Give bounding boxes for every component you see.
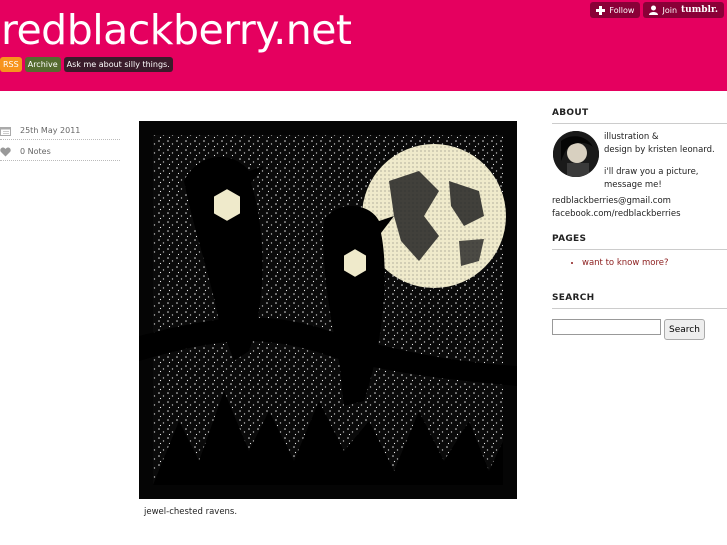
pages-link[interactable]: want to know more? — [582, 258, 669, 268]
avatar — [553, 131, 599, 177]
about-facebook: facebook.com/redblackberries — [552, 209, 681, 219]
search-input[interactable] — [552, 319, 661, 335]
site-header: redblackberry.net RSS Archive Ask me abo… — [0, 0, 727, 91]
post-caption: jewel-chested ravens. — [144, 507, 238, 517]
ask-link[interactable]: Ask me about silly things. — [63, 57, 173, 72]
about-section: illustration & design by kristen leonard… — [552, 131, 727, 231]
post-meta: 25th May 2011 0 Notes — [0, 122, 120, 164]
about-line: message me! — [604, 180, 662, 190]
heart-icon — [0, 146, 12, 158]
about-contacts: redblackberries@gmail.com facebook.com/r… — [552, 195, 681, 221]
search-section: SEARCH Search — [552, 293, 727, 340]
user-icon — [649, 5, 659, 15]
about-text: illustration & design by kristen leonard… — [604, 131, 715, 192]
about-line: illustration & — [604, 132, 659, 142]
site-title[interactable]: redblackberry.net — [1, 5, 352, 55]
sidebar: ABOUT illustration & design by kristen l… — [552, 108, 727, 340]
post-notes[interactable]: 0 Notes — [20, 147, 51, 156]
about-line: i'll draw you a picture, — [604, 167, 699, 177]
search-button[interactable]: Search — [664, 319, 705, 340]
pages-list: want to know more? — [552, 258, 727, 268]
search-form: Search — [552, 319, 727, 340]
rss-link[interactable]: RSS — [0, 57, 22, 72]
post-notes-row: 0 Notes — [0, 143, 120, 161]
post-illustration[interactable] — [139, 121, 517, 499]
tumblr-controls: Follow Join tumblr. — [590, 2, 724, 18]
pages-section: PAGES want to know more? — [552, 234, 727, 268]
join-tumblr-button[interactable]: Join tumblr. — [643, 2, 724, 18]
calendar-icon — [0, 125, 12, 137]
about-heading: ABOUT — [552, 108, 727, 124]
pages-heading: PAGES — [552, 234, 727, 250]
follow-button[interactable]: Follow — [590, 2, 641, 18]
tumblr-logo: tumblr. — [681, 5, 718, 15]
header-nav: RSS Archive Ask me about silly things. — [0, 57, 173, 72]
follow-label: Follow — [609, 5, 635, 15]
post-date-row: 25th May 2011 — [0, 122, 120, 140]
plus-icon — [596, 5, 606, 15]
about-email: redblackberries@gmail.com — [552, 196, 671, 206]
about-line: design by kristen leonard. — [604, 145, 715, 155]
archive-link[interactable]: Archive — [24, 57, 61, 72]
search-heading: SEARCH — [552, 293, 727, 309]
join-label: Join — [662, 5, 678, 15]
list-item: want to know more? — [582, 258, 727, 268]
post-date[interactable]: 25th May 2011 — [20, 126, 80, 135]
ravens-illustration — [139, 121, 517, 499]
